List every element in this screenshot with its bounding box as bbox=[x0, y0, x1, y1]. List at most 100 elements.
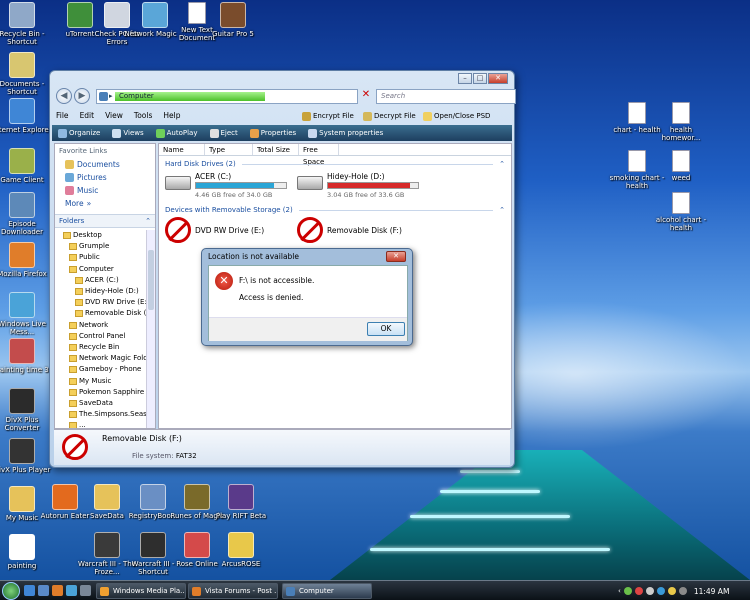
toolbar-autoplay[interactable]: AutoPlay bbox=[155, 128, 198, 138]
dialog-close-button[interactable]: ✕ bbox=[386, 251, 406, 262]
volume-icon[interactable] bbox=[645, 587, 654, 595]
shortcut-icon bbox=[9, 292, 35, 318]
toolbar-system-properties[interactable]: System properties bbox=[308, 128, 383, 138]
desktop-icon[interactable]: weed bbox=[650, 150, 712, 182]
minimize-button[interactable]: – bbox=[458, 73, 472, 84]
tree-item[interactable]: Pokemon Sapphire bbox=[55, 387, 147, 398]
drive-removable-disk[interactable]: Removable Disk (F:) bbox=[297, 217, 425, 247]
drive-hidey-hole[interactable]: Hidey-Hole (D:) 3.04 GB free of 33.6 GB bbox=[297, 172, 427, 202]
desktop-icon[interactable]: Mozilla Firefox bbox=[0, 242, 53, 278]
tree-item[interactable]: Recycle Bin bbox=[55, 342, 147, 353]
folders-toggle[interactable]: Folders ⌃ bbox=[55, 214, 155, 228]
firefox-icon[interactable] bbox=[52, 585, 63, 596]
drive-name: DVD RW Drive (E:) bbox=[195, 226, 265, 235]
tree-item[interactable]: Control Panel bbox=[55, 331, 147, 342]
menu-tools[interactable]: Tools bbox=[134, 109, 152, 123]
address-bar[interactable]: ▸ Computer bbox=[96, 89, 358, 104]
favorite-documents[interactable]: Documents bbox=[55, 158, 155, 171]
column-header[interactable]: Type bbox=[205, 144, 253, 155]
tree-item[interactable]: Gameboy - Phone bbox=[55, 364, 147, 375]
tree-item[interactable]: ... bbox=[55, 420, 147, 428]
drive-dvd-rw[interactable]: DVD RW Drive (E:) bbox=[165, 217, 293, 247]
favorite-music[interactable]: Music bbox=[55, 184, 155, 197]
desktop-icon[interactable]: Episode Downloader bbox=[0, 192, 53, 236]
favorite-more[interactable]: More» bbox=[55, 197, 155, 210]
tree-item-label: Network bbox=[79, 320, 109, 329]
desktop-icon-label: Episode Downloader bbox=[1, 220, 43, 236]
toolbar-views[interactable]: Views bbox=[112, 128, 144, 138]
decrypt-file-button[interactable]: Decrypt File bbox=[363, 109, 416, 123]
show-desktop-icon[interactable] bbox=[38, 585, 49, 596]
tree-item[interactable]: Network Magic Fold bbox=[55, 353, 147, 364]
tree-item[interactable]: Public bbox=[55, 252, 147, 263]
favorite-pictures[interactable]: Pictures bbox=[55, 171, 155, 184]
ok-button[interactable]: OK bbox=[367, 322, 405, 336]
column-header[interactable]: Total Size bbox=[253, 144, 299, 155]
menu-view[interactable]: View bbox=[105, 109, 123, 123]
desktop-icon[interactable]: painting time 3 bbox=[0, 338, 53, 374]
taskbar-item-vista-forums[interactable]: Vista Forums - Post ... bbox=[188, 583, 278, 599]
chevron-left-icon[interactable]: ‹ bbox=[618, 587, 621, 595]
tree-item[interactable]: Grumple bbox=[55, 241, 147, 252]
tray-icon[interactable] bbox=[623, 587, 632, 595]
switch-windows-icon[interactable] bbox=[80, 585, 91, 596]
desktop-icon[interactable]: Documents - Shortcut bbox=[0, 52, 53, 96]
desktop-icon[interactable]: alcohol chart - health bbox=[650, 192, 712, 232]
desktop-icon[interactable]: painting bbox=[0, 534, 53, 570]
dialog-detail: Access is denied. bbox=[239, 293, 304, 302]
tree-item[interactable]: DVD RW Drive (E:) bbox=[55, 297, 147, 308]
internet-explorer-icon[interactable] bbox=[24, 585, 35, 596]
tray-icon[interactable] bbox=[667, 587, 676, 595]
column-header[interactable]: Name bbox=[159, 144, 205, 155]
desktop-icon[interactable]: DivX Plus Converter bbox=[0, 388, 53, 432]
forward-button[interactable]: ▶ bbox=[74, 88, 90, 104]
clock[interactable]: 11:49 AM bbox=[694, 587, 730, 596]
close-button[interactable]: ✕ bbox=[488, 73, 508, 84]
menu-help[interactable]: Help bbox=[163, 109, 180, 123]
toolbar-organize[interactable]: Organize bbox=[58, 128, 100, 138]
drive-acer[interactable]: ACER (C:) 4.46 GB free of 34.0 GB bbox=[165, 172, 295, 202]
tree-item[interactable]: Removable Disk (F:) bbox=[55, 308, 147, 319]
tray-icon[interactable] bbox=[634, 587, 643, 595]
menu-file[interactable]: File bbox=[56, 109, 69, 123]
tree-item-label: Recycle Bin bbox=[79, 342, 120, 351]
desktop-icon-label: ArcusROSE bbox=[221, 560, 261, 568]
toolbar-eject[interactable]: Eject bbox=[209, 128, 238, 138]
encrypt-file-button[interactable]: Encrypt File bbox=[302, 109, 354, 123]
desktop-icon[interactable]: Internet Explorer bbox=[0, 98, 53, 134]
desktop-icon[interactable]: Play RIFT Beta bbox=[210, 484, 272, 520]
column-header[interactable]: Free Space bbox=[299, 144, 339, 166]
tree-scrollbar[interactable] bbox=[146, 230, 155, 428]
desktop-icon[interactable]: health homewor... bbox=[650, 102, 712, 142]
maximize-button[interactable]: □ bbox=[473, 73, 487, 84]
tree-item[interactable]: Hidey-Hole (D:) bbox=[55, 286, 147, 297]
tray-icon[interactable] bbox=[678, 587, 687, 595]
toolbar-properties[interactable]: Properties bbox=[249, 128, 296, 138]
tree-item[interactable]: SaveData bbox=[55, 398, 147, 409]
tree-item[interactable]: ACER (C:) bbox=[55, 275, 147, 286]
tree-item[interactable]: Desktop bbox=[55, 230, 147, 241]
scroll-thumb[interactable] bbox=[148, 250, 154, 310]
taskbar-item-computer[interactable]: Computer bbox=[282, 583, 372, 599]
desktop-icon[interactable]: Windows Live Mess... bbox=[0, 292, 53, 336]
tree-item[interactable]: Computer bbox=[55, 264, 147, 275]
stop-icon[interactable]: ✕ bbox=[360, 89, 372, 102]
network-icon[interactable] bbox=[656, 587, 665, 595]
desktop-icon[interactable]: Game Client bbox=[0, 148, 53, 184]
start-button[interactable] bbox=[2, 582, 20, 600]
tree-item[interactable]: My Music bbox=[55, 375, 147, 386]
desktop-icon[interactable]: Recycle Bin - Shortcut bbox=[0, 2, 53, 46]
group-removable-storage[interactable]: Devices with Removable Storage (2) ⌃ bbox=[165, 206, 505, 214]
tree-item[interactable]: The.Simpsons.Seaso bbox=[55, 409, 147, 420]
group-hard-disk-drives[interactable]: Hard Disk Drives (2) ⌃ bbox=[165, 160, 505, 168]
open-close-psd-button[interactable]: Open/Close PSD bbox=[423, 109, 490, 123]
menu-edit[interactable]: Edit bbox=[80, 109, 95, 123]
media-player-icon[interactable] bbox=[66, 585, 77, 596]
tree-item[interactable]: Network bbox=[55, 320, 147, 331]
taskbar-item-media-player[interactable]: Windows Media Pla... bbox=[96, 583, 186, 599]
desktop-icon[interactable]: DivX Plus Player bbox=[0, 438, 53, 474]
back-button[interactable]: ◀ bbox=[56, 88, 72, 104]
search-input[interactable]: Search bbox=[376, 89, 516, 104]
desktop-icon[interactable]: Guitar Pro 5 bbox=[202, 2, 264, 38]
desktop-icon[interactable]: ArcusROSE bbox=[210, 532, 272, 568]
